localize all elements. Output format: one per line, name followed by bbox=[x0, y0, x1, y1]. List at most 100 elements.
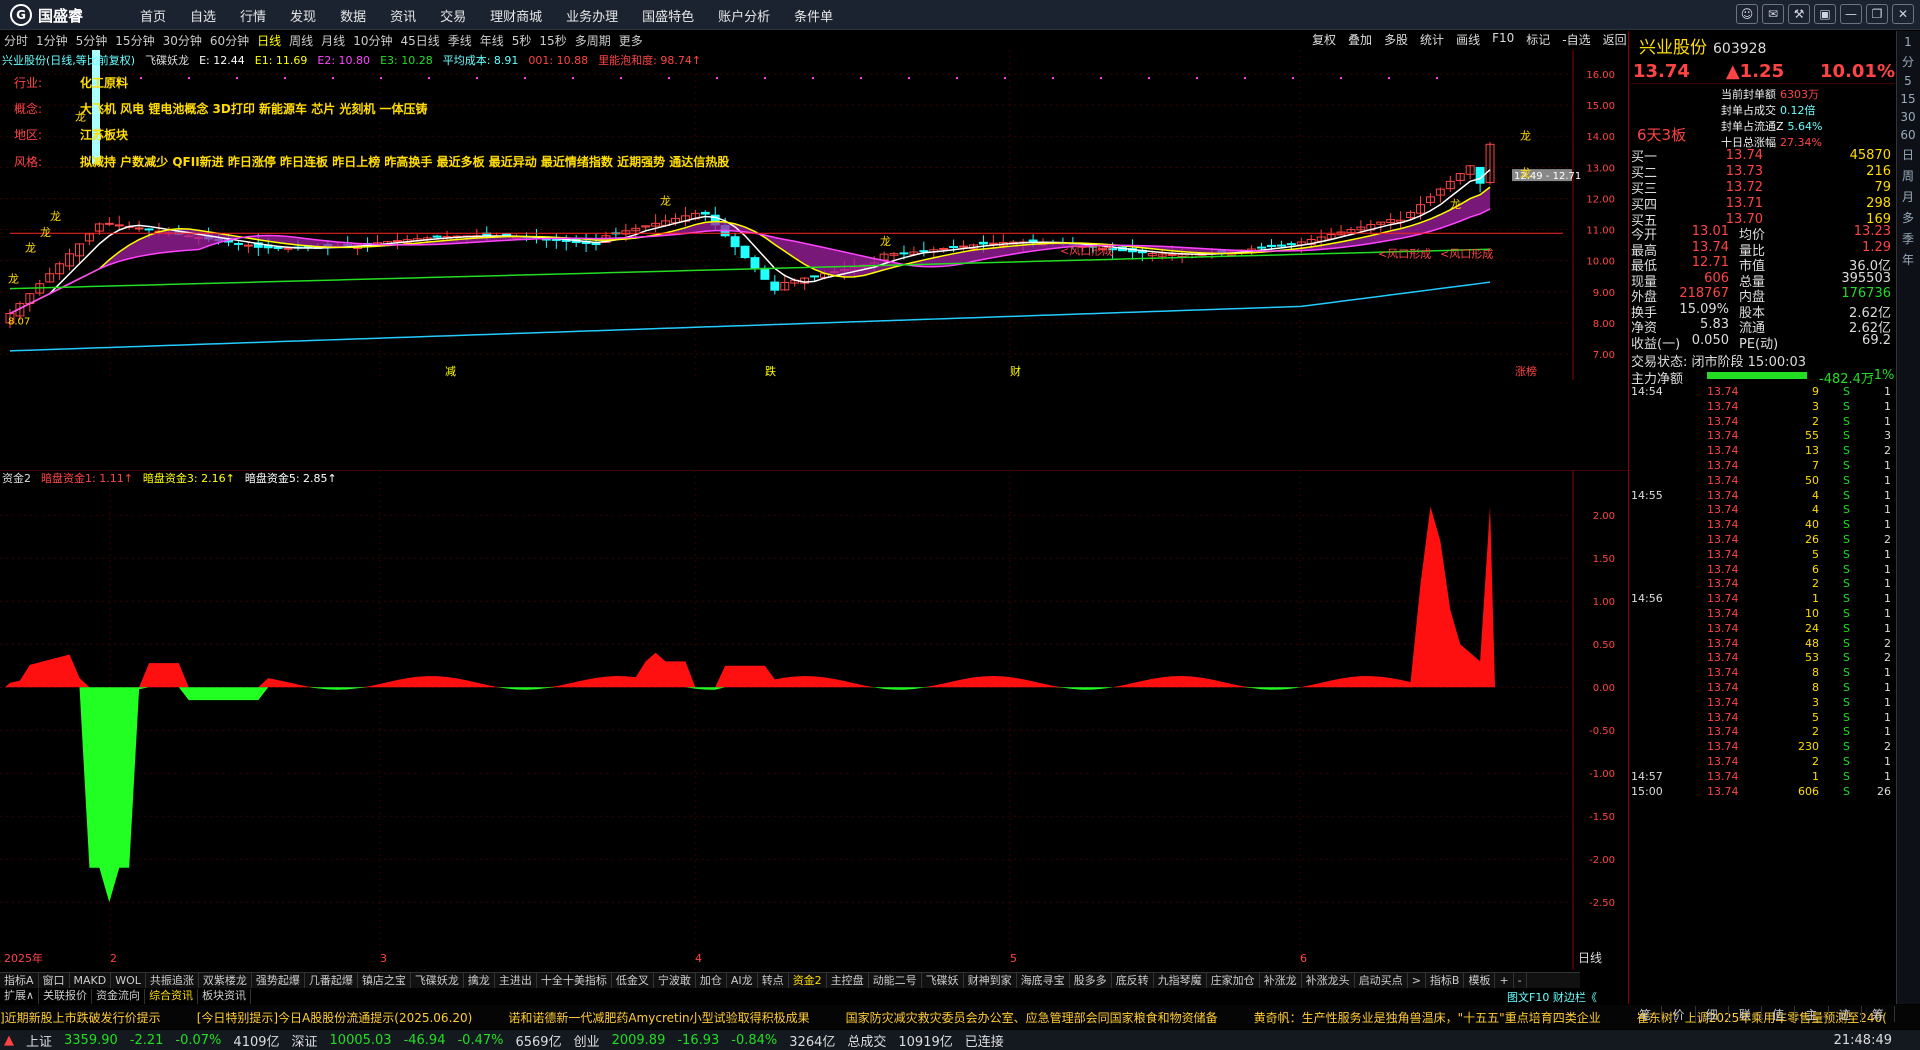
period-12[interactable]: 年线 bbox=[480, 32, 504, 49]
news-item[interactable]: ]近期新股上市跌破发行价提示 bbox=[0, 1009, 161, 1026]
indicator-tab[interactable]: 动能二号 bbox=[869, 973, 922, 988]
menu-item[interactable]: 资讯 bbox=[390, 6, 416, 25]
indicator-tab[interactable]: 底反转 bbox=[1112, 973, 1154, 988]
quote-tab[interactable]: 联 bbox=[1729, 1006, 1762, 1022]
menu-item[interactable]: 发现 bbox=[290, 6, 316, 25]
menu-item[interactable]: 数据 bbox=[340, 6, 366, 25]
fund-flow-chart[interactable]: 2.00 1.50 1.00 0.50 0.00 -0.50 -1.00 -1.50 -2.00… bbox=[0, 470, 1628, 970]
quote-tab[interactable]: 迹 bbox=[1829, 1006, 1862, 1022]
close-icon[interactable]: ✕ bbox=[1892, 4, 1914, 24]
side-period-button[interactable]: 月 bbox=[1897, 188, 1919, 205]
indicator-tab[interactable]: > bbox=[1408, 973, 1426, 988]
cy-index-name[interactable]: 创业 bbox=[574, 1031, 600, 1050]
period-1[interactable]: 1分钟 bbox=[36, 32, 68, 49]
chart-tool[interactable]: 复权 bbox=[1312, 31, 1336, 48]
period-16[interactable]: 更多 bbox=[619, 32, 643, 49]
indicator-tab[interactable]: - bbox=[1514, 973, 1527, 988]
side-period-button[interactable]: 15 bbox=[1897, 92, 1919, 106]
news-item[interactable]: 国家防灾减灾救灾委员会办公室、应急管理部会同国家粮食和物资储备 bbox=[846, 1009, 1218, 1026]
indicator-tab[interactable]: 十全十美指标 bbox=[537, 973, 612, 988]
indicator-tab[interactable]: 转点 bbox=[758, 973, 789, 988]
skin-icon[interactable]: ▣ bbox=[1814, 4, 1836, 24]
quote-tab[interactable]: 筹 bbox=[1862, 1006, 1895, 1022]
f10-sidebar-link[interactable]: 图文F10 财边栏《 bbox=[1507, 989, 1597, 1005]
chart-tool[interactable]: 返回 bbox=[1603, 31, 1627, 48]
side-period-button[interactable]: 5 bbox=[1897, 74, 1919, 88]
mail-icon[interactable]: ✉ bbox=[1762, 4, 1784, 24]
period-0[interactable]: 分时 bbox=[4, 32, 28, 49]
period-13[interactable]: 5秒 bbox=[512, 32, 532, 49]
indicator-tab[interactable]: 几番起爆 bbox=[305, 973, 358, 988]
news-item[interactable]: 诺和诺德新一代减肥药Amycretin小型试验取得积极成果 bbox=[508, 1009, 809, 1026]
indicator-tab[interactable]: 指标B bbox=[1426, 973, 1465, 988]
period-10[interactable]: 45日线 bbox=[400, 32, 439, 49]
side-period-button[interactable]: 1 bbox=[1897, 35, 1919, 49]
indicator-tab[interactable]: 低金叉 bbox=[612, 973, 654, 988]
period-2[interactable]: 5分钟 bbox=[76, 32, 108, 49]
menu-item[interactable]: 业务办理 bbox=[566, 6, 618, 25]
menu-item[interactable]: 交易 bbox=[440, 6, 466, 25]
indicator-tab[interactable]: 擒龙 bbox=[464, 973, 495, 988]
indicator-tab[interactable]: AI龙 bbox=[727, 973, 758, 988]
news-item[interactable]: 黄奇帆：生产性服务业是独角兽温床，"十五五"重点培育四类企业 bbox=[1254, 1009, 1601, 1026]
chart-tool[interactable]: 统计 bbox=[1420, 31, 1444, 48]
period-11[interactable]: 季线 bbox=[448, 32, 472, 49]
indicator-tab[interactable]: 海底寻宝 bbox=[1017, 973, 1070, 988]
indicator-tab[interactable]: 财神到家 bbox=[964, 973, 1017, 988]
info-tab[interactable]: 扩展∧ bbox=[0, 989, 40, 1004]
period-9[interactable]: 10分钟 bbox=[353, 32, 392, 49]
indicator-tab[interactable]: 主进出 bbox=[495, 973, 537, 988]
chart-tool[interactable]: 标记 bbox=[1526, 31, 1550, 48]
menu-item[interactable]: 账户分析 bbox=[718, 6, 770, 25]
indicator-tab[interactable]: 飞碟妖龙 bbox=[411, 973, 464, 988]
indicator-tab[interactable]: 九指琴魔 bbox=[1154, 973, 1207, 988]
side-period-button[interactable]: 周 bbox=[1897, 167, 1919, 184]
indicator-tab[interactable]: 双紫楼龙 bbox=[199, 973, 252, 988]
menu-item[interactable]: 首页 bbox=[140, 6, 166, 25]
quote-tab[interactable]: 值 bbox=[1762, 1006, 1796, 1022]
indicator-tab[interactable]: 资金2 bbox=[789, 973, 827, 988]
indicator-tab[interactable]: 股多多 bbox=[1070, 973, 1112, 988]
indicator-tab[interactable]: 主控盘 bbox=[827, 973, 869, 988]
info-tab[interactable]: 综合资讯 bbox=[145, 989, 199, 1004]
info-tab[interactable]: 资金流向 bbox=[92, 989, 146, 1004]
indicator-tab[interactable]: 强势起爆 bbox=[252, 973, 305, 988]
info-tab[interactable]: 板块资讯 bbox=[198, 989, 252, 1004]
side-period-button[interactable]: 60 bbox=[1897, 128, 1919, 142]
chart-tool[interactable]: 叠加 bbox=[1348, 31, 1372, 48]
chart-tool[interactable]: 画线 bbox=[1456, 31, 1480, 48]
period-3[interactable]: 15分钟 bbox=[115, 32, 154, 49]
indicator-tab[interactable]: 窗口 bbox=[39, 973, 70, 988]
info-tab[interactable]: 关联报价 bbox=[39, 989, 93, 1004]
tools-icon[interactable]: ⚒ bbox=[1788, 4, 1810, 24]
news-item[interactable]: [今日特别提示]今日A股股份流通提示(2025.06.20) bbox=[197, 1009, 473, 1026]
indicator-tab[interactable]: 启动买点 bbox=[1355, 973, 1408, 988]
minimize-icon[interactable]: — bbox=[1840, 4, 1862, 24]
menu-item[interactable]: 自选 bbox=[190, 6, 216, 25]
restore-icon[interactable]: ❐ bbox=[1866, 4, 1888, 24]
quote-tab[interactable]: 价 bbox=[1662, 1006, 1696, 1022]
period-14[interactable]: 15秒 bbox=[539, 32, 566, 49]
indicator-tab[interactable]: 飞碟妖 bbox=[922, 973, 964, 988]
indicator-tab[interactable]: + bbox=[1495, 973, 1514, 988]
quote-tab[interactable]: 笔 bbox=[1629, 1006, 1663, 1022]
period-6[interactable]: 日线 bbox=[257, 32, 281, 49]
side-period-button[interactable]: 日 bbox=[1897, 146, 1919, 163]
period-15[interactable]: 多周期 bbox=[575, 32, 611, 49]
indicator-tab[interactable]: 模板 bbox=[1464, 973, 1496, 988]
sz-index-name[interactable]: 深证 bbox=[292, 1031, 318, 1050]
period-4[interactable]: 30分钟 bbox=[163, 32, 202, 49]
chat-icon[interactable]: ☺ bbox=[1736, 4, 1758, 24]
side-period-button[interactable]: 多 bbox=[1897, 209, 1919, 226]
indicator-tab[interactable]: MAKD bbox=[70, 973, 112, 988]
chart-tool[interactable]: -自选 bbox=[1562, 31, 1590, 48]
indicator-tab[interactable]: 庄家加仓 bbox=[1207, 973, 1260, 988]
menu-item[interactable]: 行情 bbox=[240, 6, 266, 25]
indicator-tab[interactable]: 补涨龙头 bbox=[1302, 973, 1355, 988]
quote-tab[interactable]: 主 bbox=[1795, 1006, 1829, 1022]
side-period-button[interactable]: 季 bbox=[1897, 230, 1919, 247]
period-7[interactable]: 周线 bbox=[289, 32, 313, 49]
chart-tool[interactable]: 多股 bbox=[1384, 31, 1408, 48]
indicator-tab[interactable]: 宁波敢 bbox=[654, 973, 696, 988]
indicator-tab[interactable]: 指标A bbox=[0, 973, 39, 988]
